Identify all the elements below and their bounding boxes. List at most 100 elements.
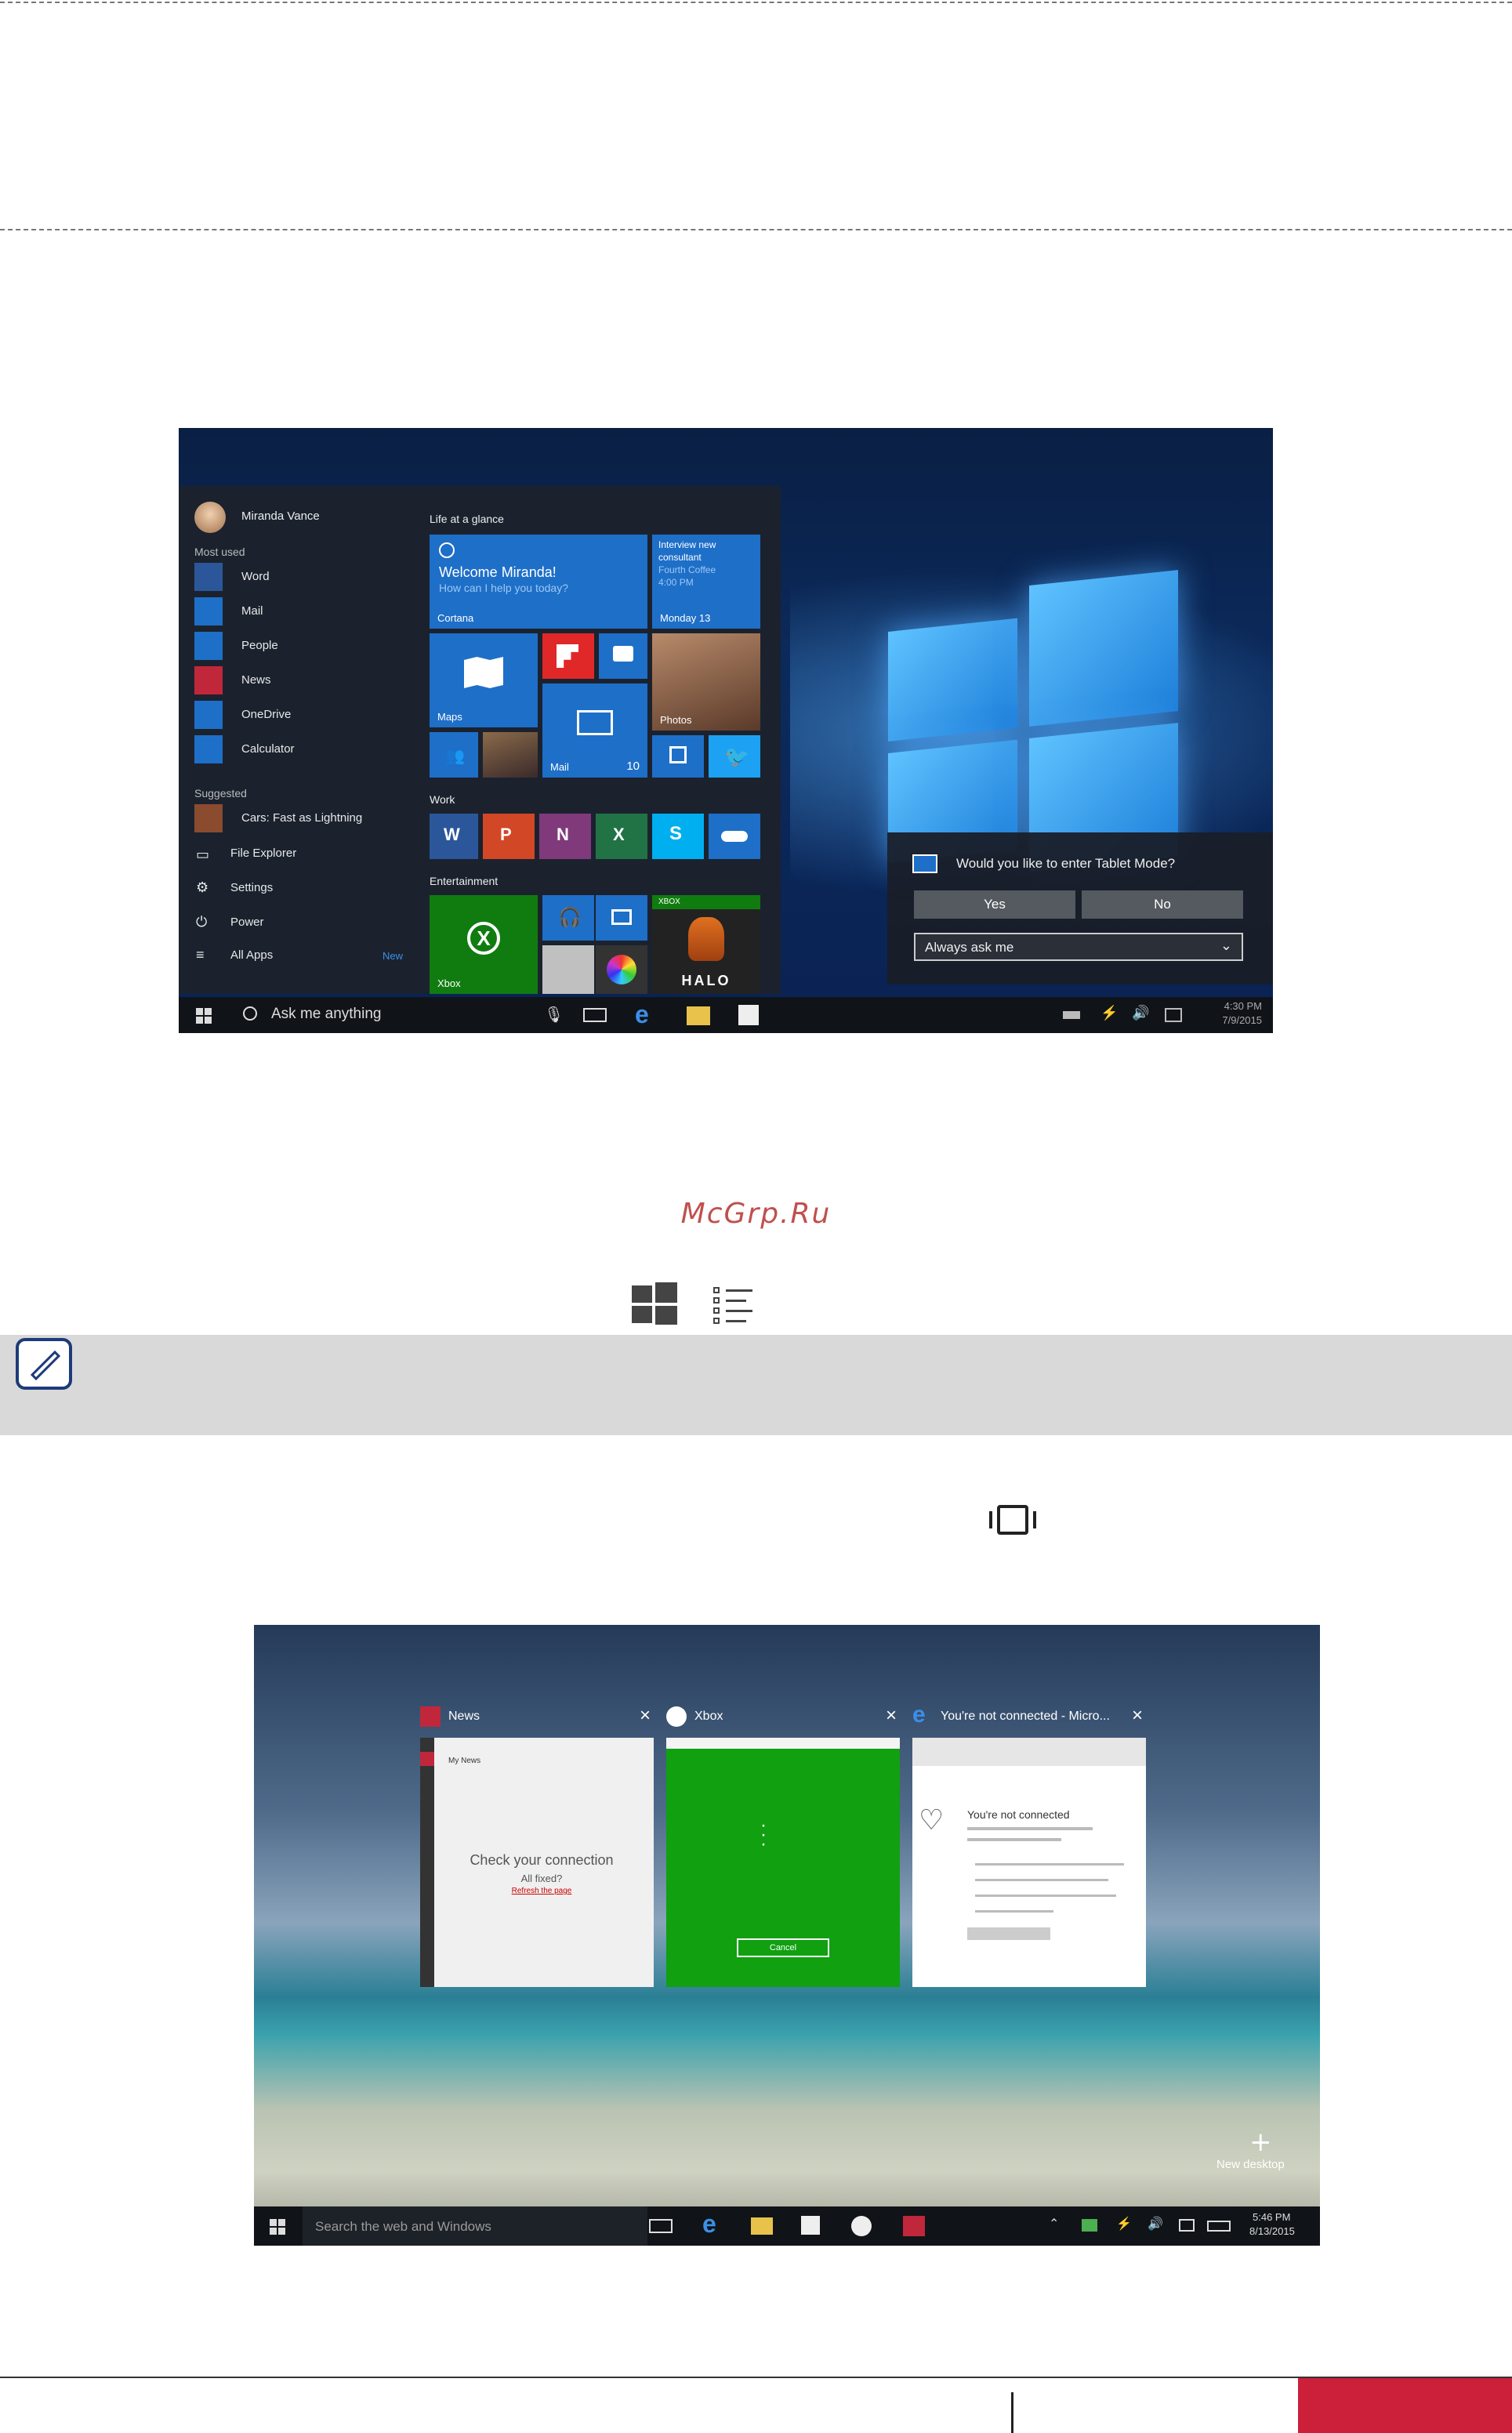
- notification-icon[interactable]: [1179, 2219, 1195, 2232]
- notification-icon[interactable]: [1165, 1008, 1182, 1022]
- note-box: [0, 1335, 1512, 1435]
- task-view-card-news[interactable]: News × My News Check your connection All…: [420, 1705, 654, 1987]
- people-icon: 👥: [445, 748, 465, 765]
- map-icon: [464, 657, 503, 688]
- taskbar-clock-time[interactable]: 4:30 PM: [1207, 1000, 1262, 1012]
- powerpoint-tile[interactable]: P: [483, 814, 535, 859]
- store-icon[interactable]: [801, 2216, 820, 2235]
- twitter-tile[interactable]: 🐦: [709, 735, 760, 778]
- edge-icon[interactable]: e: [635, 1000, 649, 1029]
- life-at-a-glance-header: Life at a glance: [430, 513, 504, 525]
- news-app-icon: [420, 1706, 441, 1727]
- onenote-tile[interactable]: N: [539, 814, 591, 859]
- close-icon[interactable]: ×: [640, 1705, 651, 1727]
- news-taskbar-icon[interactable]: [903, 2216, 925, 2236]
- taskbar-clock-date[interactable]: 8/13/2015: [1249, 2225, 1295, 2237]
- cortana-search-icon[interactable]: [243, 1006, 257, 1021]
- music-tile[interactable]: 🎧: [542, 895, 594, 941]
- card-title: Xbox: [694, 1710, 723, 1723]
- network-icon[interactable]: ⚡: [1100, 1005, 1118, 1021]
- keyboard-icon[interactable]: [1207, 2221, 1231, 2232]
- halo-tile[interactable]: XBOX HALO: [652, 895, 760, 994]
- chevron-up-icon[interactable]: ⌃: [1049, 2216, 1059, 2232]
- microphone-icon[interactable]: 🎙: [544, 1005, 564, 1024]
- battery-icon[interactable]: [1063, 1011, 1080, 1019]
- task-view-card-edge[interactable]: e You're not connected - Micro... × ♡ Yo…: [912, 1702, 1146, 1987]
- people-icon: [194, 632, 223, 660]
- start-button[interactable]: [270, 2219, 285, 2235]
- word-icon: [194, 563, 223, 591]
- footer-rule: [0, 2377, 1512, 2378]
- taskbar: Search the web and Windows e ⌃ ⚡ 🔊 5:46 …: [254, 2206, 1320, 2246]
- taskbar: Ask me anything 🎙 e ⚡ 🔊 4:30 PM 7/9/2015: [179, 997, 1273, 1033]
- tablet-mode-yes-button[interactable]: Yes: [914, 890, 1075, 919]
- avatar[interactable]: [194, 502, 226, 533]
- xbox-tile[interactable]: X Xbox: [430, 895, 538, 994]
- movies-tile[interactable]: [596, 895, 647, 941]
- news-header: My News: [448, 1757, 481, 1765]
- task-view-screenshot: News × My News Check your connection All…: [254, 1625, 1320, 2246]
- tablet-mode-no-button[interactable]: No: [1082, 890, 1243, 919]
- start-menu-screenshot: Miranda Vance Most used Word Mail People…: [179, 428, 1273, 1033]
- people-tile[interactable]: 👥: [430, 732, 478, 778]
- store-tile[interactable]: [652, 735, 704, 778]
- photos-tile[interactable]: Photos: [652, 633, 760, 731]
- store-icon[interactable]: [738, 1005, 759, 1025]
- taskbar-search-input[interactable]: Ask me anything: [271, 1006, 381, 1023]
- task-view-icon[interactable]: [583, 1008, 607, 1022]
- cars-game-icon: [194, 804, 223, 832]
- taskbar-search-input[interactable]: Search the web and Windows: [315, 2219, 491, 2235]
- new-desktop-button[interactable]: New desktop: [1216, 2158, 1285, 2171]
- network-icon[interactable]: ⚡: [1116, 2216, 1132, 2232]
- paint-tile[interactable]: [596, 945, 647, 994]
- task-view-icon[interactable]: [649, 2219, 673, 2233]
- close-icon[interactable]: ×: [886, 1705, 897, 1727]
- color-wheel-icon: [607, 955, 636, 984]
- onedrive-tile[interactable]: [709, 814, 760, 859]
- volume-icon[interactable]: 🔊: [1148, 2216, 1163, 2232]
- taskbar-clock-time[interactable]: 5:46 PM: [1253, 2211, 1290, 2223]
- start-button[interactable]: [196, 1008, 212, 1024]
- game-tile[interactable]: [542, 945, 594, 994]
- broken-heart-icon: ♡: [919, 1804, 945, 1836]
- file-explorer-icon[interactable]: [751, 2217, 773, 2235]
- new-desktop-plus-icon[interactable]: +: [1249, 2127, 1272, 2158]
- word-tile[interactable]: W: [430, 814, 478, 859]
- most-used-header: Most used: [194, 546, 245, 558]
- calendar-tile[interactable]: Interview new consultant Fourth Coffee 4…: [652, 535, 760, 629]
- taskbar-clock-date[interactable]: 7/9/2015: [1207, 1014, 1262, 1026]
- task-view-icon: [989, 1503, 1036, 1536]
- note-pencil-icon: [16, 1338, 72, 1390]
- windows-logo-icon: [632, 1282, 677, 1325]
- twitter-icon: 🐦: [724, 745, 750, 768]
- contact-photo-tile[interactable]: [483, 732, 538, 778]
- news-sub: All fixed?: [520, 1873, 563, 1884]
- calculator-icon: [194, 735, 223, 763]
- close-icon[interactable]: ×: [1132, 1705, 1143, 1727]
- edge-icon[interactable]: e: [702, 2210, 716, 2239]
- footer-accent-bar: [1298, 2378, 1512, 2433]
- messaging-tile[interactable]: [599, 633, 647, 679]
- user-name[interactable]: Miranda Vance: [241, 509, 320, 523]
- volume-icon[interactable]: 🔊: [1132, 1005, 1149, 1021]
- footer-divider: [1011, 2392, 1013, 2433]
- all-apps-list-icon: [713, 1285, 756, 1325]
- flipboard-tile[interactable]: [542, 633, 594, 679]
- news-refresh-link[interactable]: Refresh the page: [444, 1887, 640, 1895]
- mail-tile[interactable]: Mail 10: [542, 683, 647, 778]
- cortana-tile[interactable]: Welcome Miranda! How can I help you toda…: [430, 535, 647, 629]
- cloud-icon: [721, 831, 748, 842]
- skype-tile[interactable]: S: [652, 814, 704, 859]
- header-bottom-rule: [0, 229, 1512, 230]
- excel-tile[interactable]: X: [596, 814, 647, 859]
- file-explorer-icon[interactable]: [687, 1006, 710, 1025]
- xbox-taskbar-icon[interactable]: [851, 2216, 872, 2236]
- xbox-cancel-button[interactable]: Cancel: [737, 1938, 829, 1957]
- maps-tile[interactable]: Maps: [430, 633, 538, 727]
- chevron-down-icon: ⌄: [1220, 937, 1232, 953]
- tablet-mode-select[interactable]: Always ask me ⌄: [914, 933, 1243, 961]
- entertainment-header: Entertainment: [430, 875, 499, 887]
- tray-app-icon[interactable]: [1082, 2219, 1097, 2232]
- task-view-card-xbox[interactable]: Xbox × · · · Cancel: [666, 1705, 900, 1987]
- xbox-app-icon: [666, 1706, 687, 1727]
